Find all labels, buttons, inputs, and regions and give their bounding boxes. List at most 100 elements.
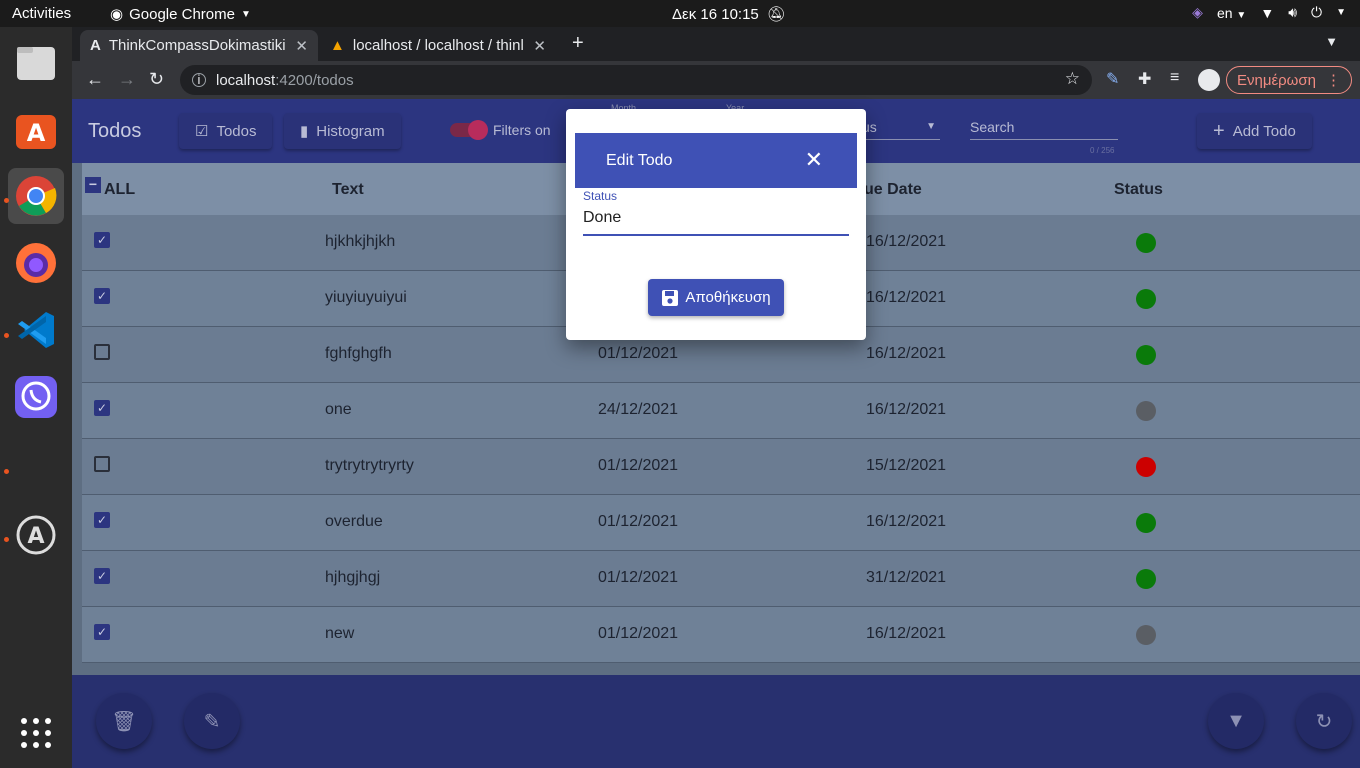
tab-search-icon[interactable]: ▼ — [1325, 34, 1338, 49]
status-dot — [1136, 289, 1156, 309]
todo-due-date: 31/12/2021 — [866, 569, 947, 586]
chevron-down-icon: ▼ — [240, 8, 251, 20]
filter-button[interactable]: ▼ — [1208, 693, 1264, 749]
row-checkbox[interactable]: ✓ — [94, 624, 110, 640]
dialog-title: Edit Todo — [606, 152, 673, 169]
header-status[interactable]: Status — [1114, 181, 1163, 199]
row-checkbox[interactable]: ✓ — [94, 288, 110, 304]
address-bar[interactable]: i localhost:4200/todos ☆ — [180, 65, 1092, 95]
system-tray[interactable]: ◈ en ▼ ▼ 🔊︎ ⏻ ▼ — [1192, 4, 1346, 21]
show-applications-icon[interactable] — [8, 705, 64, 761]
row-checkbox[interactable]: ✓ — [94, 512, 110, 528]
delete-button[interactable]: 🗑︎ — [96, 693, 152, 749]
language-indicator[interactable]: en ▼ — [1217, 5, 1246, 21]
media-control-icon[interactable]: ≡ — [1170, 69, 1179, 87]
update-button[interactable]: Ενημέρωση ⋮ — [1225, 66, 1352, 94]
new-tab-icon[interactable]: + — [572, 32, 584, 55]
todo-text: one — [325, 401, 352, 418]
pencil-icon: ✎ — [203, 710, 221, 733]
row-checkbox[interactable]: ✓ — [94, 568, 110, 584]
clock-label: Δεκ 16 10:15 — [672, 5, 759, 23]
refresh-button[interactable]: ↻ — [1296, 693, 1352, 749]
select-all-checkbox[interactable]: − — [85, 177, 101, 193]
add-todo-label: Add Todo — [1232, 122, 1296, 140]
dialog-header: Edit Todo ✕ — [575, 133, 857, 188]
table-row[interactable]: ✓ overdue 01/12/2021 16/12/2021 — [82, 495, 1360, 551]
bookmark-star-icon[interactable]: ☆ — [1065, 69, 1080, 89]
row-checkbox[interactable]: ✓ — [94, 400, 110, 416]
edit-button[interactable]: ✎ — [184, 693, 240, 749]
todo-created-date: 01/12/2021 — [598, 457, 679, 474]
filters-toggle[interactable] — [450, 120, 488, 140]
header-all: ALL — [104, 181, 136, 198]
back-icon[interactable]: ← — [86, 69, 104, 90]
firefox-icon[interactable] — [8, 235, 64, 291]
refresh-icon: ↻ — [1315, 710, 1333, 733]
status-dot — [1136, 345, 1156, 365]
extensions-puzzle-icon[interactable]: ✚ — [1138, 69, 1151, 89]
tab-title: localhost / localhost / thinl — [352, 37, 524, 54]
row-checkbox[interactable] — [94, 344, 110, 360]
status-dot — [1136, 513, 1156, 533]
row-checkbox[interactable] — [94, 456, 110, 472]
histogram-nav-button[interactable]: ▮ Histogram — [284, 113, 401, 149]
todo-text: new — [325, 625, 355, 642]
table-row[interactable]: ✓ new 01/12/2021 16/12/2021 — [82, 607, 1360, 663]
files-icon[interactable] — [8, 35, 64, 91]
todo-text: trytrytrytryrty — [325, 457, 414, 474]
trash-icon: 🗑︎ — [111, 710, 137, 733]
todo-created-date: 01/12/2021 — [598, 345, 679, 362]
todo-created-date: 01/12/2021 — [598, 569, 679, 586]
page-title: Todos — [88, 120, 142, 142]
todo-due-date: 16/12/2021 — [866, 233, 947, 250]
svg-text:A: A — [27, 524, 44, 549]
app-install-icon[interactable]: A — [8, 507, 64, 563]
app-menu[interactable]: ◉ Google Chrome ▼ — [110, 5, 251, 24]
software-center-icon[interactable]: A — [8, 101, 64, 157]
save-icon — [662, 289, 679, 306]
chrome-small-icon: ◉ — [110, 6, 124, 23]
profile-avatar-icon[interactable] — [1198, 69, 1220, 91]
info-icon[interactable]: i — [192, 73, 206, 87]
todo-due-date: 16/12/2021 — [866, 289, 947, 306]
forward-icon[interactable]: → — [118, 69, 136, 90]
status-filter-select[interactable]: us ▼ — [862, 119, 940, 140]
histogram-nav-label: Histogram — [316, 122, 385, 140]
status-field-label: Status — [583, 189, 618, 203]
close-tab-icon[interactable]: ✕ — [295, 37, 308, 55]
save-button[interactable]: Αποθήκευση — [648, 279, 784, 316]
status-field[interactable]: Done — [583, 209, 849, 236]
table-row[interactable]: trytrytrytryrty 01/12/2021 15/12/2021 — [82, 439, 1360, 495]
close-tab-icon[interactable]: ✕ — [533, 37, 546, 55]
row-checkbox[interactable]: ✓ — [94, 232, 110, 248]
clock[interactable]: Δεκ 16 10:15 🔕︎ — [672, 5, 786, 24]
status-dot — [1136, 457, 1156, 477]
viber-tray-icon[interactable]: ◈ — [1192, 4, 1203, 21]
dropdown-arrow-icon: ▼ — [926, 121, 936, 132]
notifications-muted-icon: 🔕︎ — [766, 6, 786, 23]
update-label: Ενημέρωση — [1236, 71, 1316, 89]
todo-created-date: 01/12/2021 — [598, 625, 679, 642]
search-input[interactable]: Search — [970, 119, 1118, 140]
header-due-date[interactable]: ue Date — [864, 181, 922, 199]
viber-icon[interactable] — [8, 369, 64, 425]
todo-text: overdue — [325, 513, 383, 530]
angular-icon: A — [90, 37, 101, 54]
close-icon[interactable]: ✕ — [805, 149, 823, 171]
phpmyadmin-icon: ▲ — [330, 37, 345, 54]
add-todo-button[interactable]: + Add Todo — [1197, 113, 1312, 149]
extension-pen-icon[interactable]: ✎ — [1106, 69, 1119, 89]
activities-button[interactable]: Activities — [12, 5, 71, 22]
todos-nav-button[interactable]: ☑︎ Todos — [179, 113, 273, 149]
browser-toolbar: ← → ↻ i localhost:4200/todos ☆ ✎ ✚ ≡ Ενη… — [72, 61, 1360, 99]
table-row[interactable]: ✓ one 24/12/2021 16/12/2021 — [82, 383, 1360, 439]
header-text[interactable]: Text — [332, 181, 364, 199]
todo-text: hjhgjhgj — [325, 569, 381, 586]
vscode-icon[interactable] — [8, 302, 64, 358]
status-dot — [1136, 625, 1156, 645]
reload-icon[interactable]: ↻ — [149, 69, 164, 90]
table-row[interactable]: ✓ hjhgjhgj 01/12/2021 31/12/2021 — [82, 551, 1360, 607]
browser-tab-todos[interactable]: A ThinkCompassDokimastiki ✕ — [80, 30, 318, 61]
chrome-icon[interactable] — [8, 168, 64, 224]
browser-tab-phpmyadmin[interactable]: ▲ localhost / localhost / thinl ✕ — [320, 30, 556, 61]
